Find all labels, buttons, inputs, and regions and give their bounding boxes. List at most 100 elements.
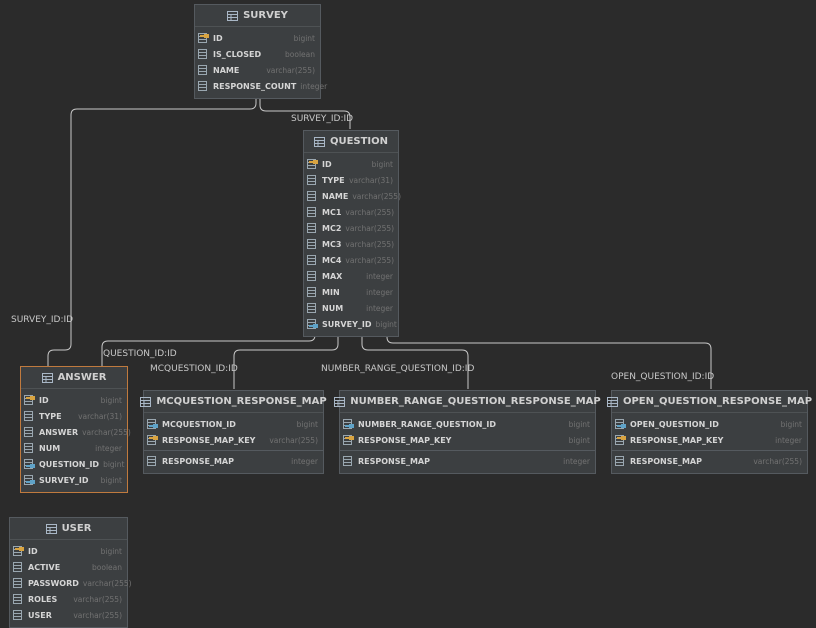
table-open-question-response-map[interactable]: OPEN_QUESTION_RESPONSE_MAP OPEN_QUESTION_… [606, 390, 812, 474]
column-name: NAME [322, 191, 349, 201]
column-row[interactable]: RESPONSE_MAP_KEY varchar(255) [144, 432, 323, 448]
column-row[interactable]: RESPONSE_MAP varchar(255) [612, 453, 807, 469]
column-row[interactable]: PASSWORD varchar(255) [10, 575, 132, 591]
column-row[interactable]: NUM integer [304, 300, 398, 316]
column-type: integer [366, 303, 393, 313]
foreign-key-column-icon [343, 419, 354, 429]
column-icon [147, 456, 158, 466]
edge-answer-survey[interactable] [47, 93, 257, 366]
column-row[interactable]: MC3 varchar(255) [304, 236, 398, 252]
column-row[interactable]: MC1 varchar(255) [304, 204, 398, 220]
edge-nrq-question[interactable] [361, 329, 469, 389]
column-icon [307, 175, 318, 185]
table-question[interactable]: QUESTION ID bigint TYPE varchar(31) NAME varch… [303, 130, 401, 337]
column-row[interactable]: ID bigint [21, 392, 127, 408]
column-type: bigint [780, 419, 802, 429]
column-type: bigint [568, 435, 590, 445]
primary-key-column-icon [198, 33, 209, 43]
foreign-key-column-icon [147, 419, 158, 429]
table-icon [334, 396, 346, 407]
column-row[interactable]: NAME varchar(255) [195, 62, 320, 78]
column-row[interactable]: ID bigint [10, 543, 127, 559]
column-type: varchar(255) [345, 239, 395, 249]
column-name: MIN [322, 287, 340, 297]
column-row[interactable]: ROLES varchar(255) [10, 591, 127, 607]
column-row[interactable]: NUMBER_RANGE_QUESTION_ID bigint [340, 416, 595, 432]
column-name: PASSWORD [28, 578, 79, 588]
column-row[interactable]: SURVEY_ID bigint [21, 472, 127, 488]
table-icon [140, 396, 152, 407]
column-type: boolean [285, 49, 315, 59]
column-row[interactable]: OPEN_QUESTION_ID bigint [612, 416, 807, 432]
table-header[interactable]: QUESTION [304, 131, 398, 153]
column-row[interactable]: TYPE varchar(31) [21, 408, 127, 424]
table-name: NUMBER_RANGE_QUESTION_RESPONSE_MAP [350, 396, 601, 407]
column-row[interactable]: MAX integer [304, 268, 398, 284]
column-row[interactable]: RESPONSE_MAP integer [144, 453, 323, 469]
column-row[interactable]: ID bigint [195, 30, 320, 46]
column-icon [24, 411, 35, 421]
table-icon [313, 136, 325, 147]
table-survey[interactable]: SURVEY ID bigint IS_CLOSED boolean NAME varcha… [194, 4, 327, 99]
table-name: ANSWER [57, 372, 107, 383]
column-row[interactable]: QUESTION_ID bigint [21, 456, 127, 472]
table-mcquestion-response-map[interactable]: MCQUESTION_RESPONSE_MAP MCQUESTION_ID bigi… [140, 390, 327, 474]
column-icon [13, 610, 24, 620]
column-row[interactable]: RESPONSE_COUNT integer [195, 78, 327, 94]
column-row[interactable]: MIN integer [304, 284, 398, 300]
edge-answer-question[interactable] [101, 329, 316, 366]
column-row[interactable]: USER varchar(255) [10, 607, 127, 623]
column-name: RESPONSE_MAP_KEY [358, 435, 452, 445]
column-row[interactable]: RESPONSE_MAP integer [340, 453, 595, 469]
column-row[interactable]: MC2 varchar(255) [304, 220, 398, 236]
table-answer[interactable]: ANSWER ID bigint TYPE varchar(31) ANSWER varch… [20, 366, 131, 493]
column-name: RESPONSE_COUNT [213, 81, 297, 91]
column-name: SURVEY_ID [39, 475, 89, 485]
column-row[interactable]: NUM integer [21, 440, 127, 456]
table-name: SURVEY [243, 10, 288, 21]
column-name: ROLES [28, 594, 58, 604]
column-type: bigint [568, 419, 590, 429]
column-row[interactable]: ID bigint [304, 156, 398, 172]
column-name: OPEN_QUESTION_ID [630, 419, 719, 429]
table-header[interactable]: ANSWER [21, 367, 127, 389]
foreign-key-column-icon [615, 419, 626, 429]
column-type: bigint [100, 546, 122, 556]
column-type: varchar(255) [269, 435, 318, 445]
primary-key-column-icon [307, 159, 318, 169]
column-row[interactable]: ANSWER varchar(255) [21, 424, 131, 440]
table-user[interactable]: USER ID bigint ACTIVE boolean PASSWORD varchar… [9, 517, 132, 628]
column-type: integer [366, 271, 393, 281]
column-type: integer [775, 435, 802, 445]
column-icon [307, 303, 318, 313]
column-type: bigint [100, 395, 122, 405]
column-row[interactable]: MCQUESTION_ID bigint [144, 416, 323, 432]
column-name: MC3 [322, 239, 342, 249]
column-row[interactable]: RESPONSE_MAP_KEY integer [612, 432, 807, 448]
column-type: integer [366, 287, 393, 297]
table-header[interactable]: NUMBER_RANGE_QUESTION_RESPONSE_MAP [334, 391, 601, 413]
column-row[interactable]: TYPE varchar(31) [304, 172, 398, 188]
primary-key-column-icon [615, 435, 626, 445]
table-number-range-question-response-map[interactable]: NUMBER_RANGE_QUESTION_RESPONSE_MAP NUMBER… [334, 390, 601, 474]
column-row[interactable]: MC4 varchar(255) [304, 252, 398, 268]
column-name: RESPONSE_MAP_KEY [162, 435, 256, 445]
column-name: NAME [213, 65, 240, 75]
column-icon [307, 223, 318, 233]
column-row[interactable]: NAME varchar(255) [304, 188, 401, 204]
column-row[interactable]: SURVEY_ID bigint [304, 316, 398, 332]
table-icon [45, 523, 57, 534]
table-header[interactable]: USER [10, 518, 127, 540]
column-type: varchar(255) [753, 456, 802, 466]
column-row[interactable]: IS_CLOSED boolean [195, 46, 320, 62]
column-name: RESPONSE_MAP [630, 456, 702, 466]
table-header[interactable]: SURVEY [195, 5, 320, 27]
column-row[interactable]: RESPONSE_MAP_KEY bigint [340, 432, 595, 448]
column-name: ID [322, 159, 332, 169]
column-row[interactable]: ACTIVE boolean [10, 559, 127, 575]
column-type: varchar(255) [82, 578, 132, 588]
table-header[interactable]: OPEN_QUESTION_RESPONSE_MAP [606, 391, 812, 413]
table-header[interactable]: MCQUESTION_RESPONSE_MAP [140, 391, 327, 413]
edge-mcq-question[interactable] [233, 329, 339, 389]
column-name: ID [28, 546, 38, 556]
